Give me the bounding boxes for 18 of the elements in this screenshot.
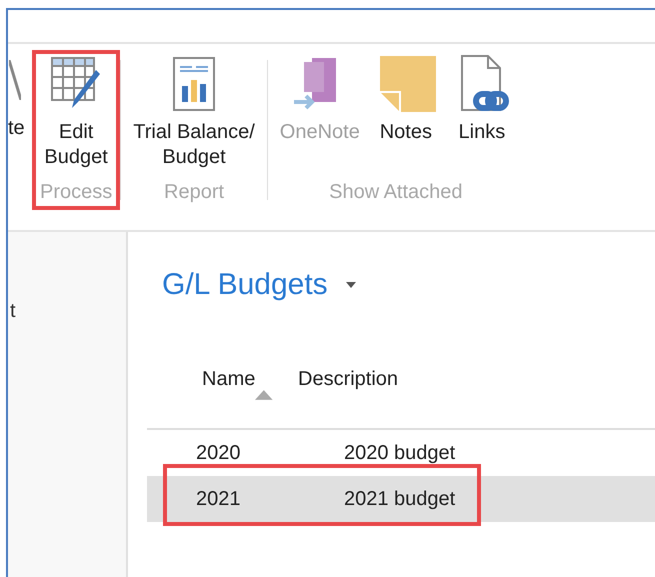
column-header[interactable]: Description <box>298 368 398 391</box>
ribbon-button[interactable]: te <box>4 50 29 141</box>
ribbon-button[interactable]: Links <box>448 54 516 145</box>
ribbon-button[interactable]: Trial Balance/ Budget <box>129 54 259 170</box>
table-cell: 2020 budget <box>344 442 456 464</box>
table-cell-text: 2020 <box>195 442 242 464</box>
table-cell: 2021 budget <box>344 488 456 510</box>
group-label: Show Attached <box>329 181 463 205</box>
nav-item[interactable]: t <box>8 300 126 323</box>
column-header[interactable]: Name <box>202 368 256 391</box>
table-cell-text: 2021 <box>195 488 242 510</box>
page-title: G/L Budgets <box>162 268 328 302</box>
group-label: Process <box>40 181 112 205</box>
table-row[interactable]: 2020 2020 budget <box>147 430 655 476</box>
ribbon-button[interactable]: Notes <box>372 54 440 145</box>
table-row[interactable]: 2021 2021 budget <box>147 476 655 522</box>
group-label: Report <box>164 181 224 205</box>
ribbon-button[interactable]: Edit Budget <box>40 54 112 170</box>
